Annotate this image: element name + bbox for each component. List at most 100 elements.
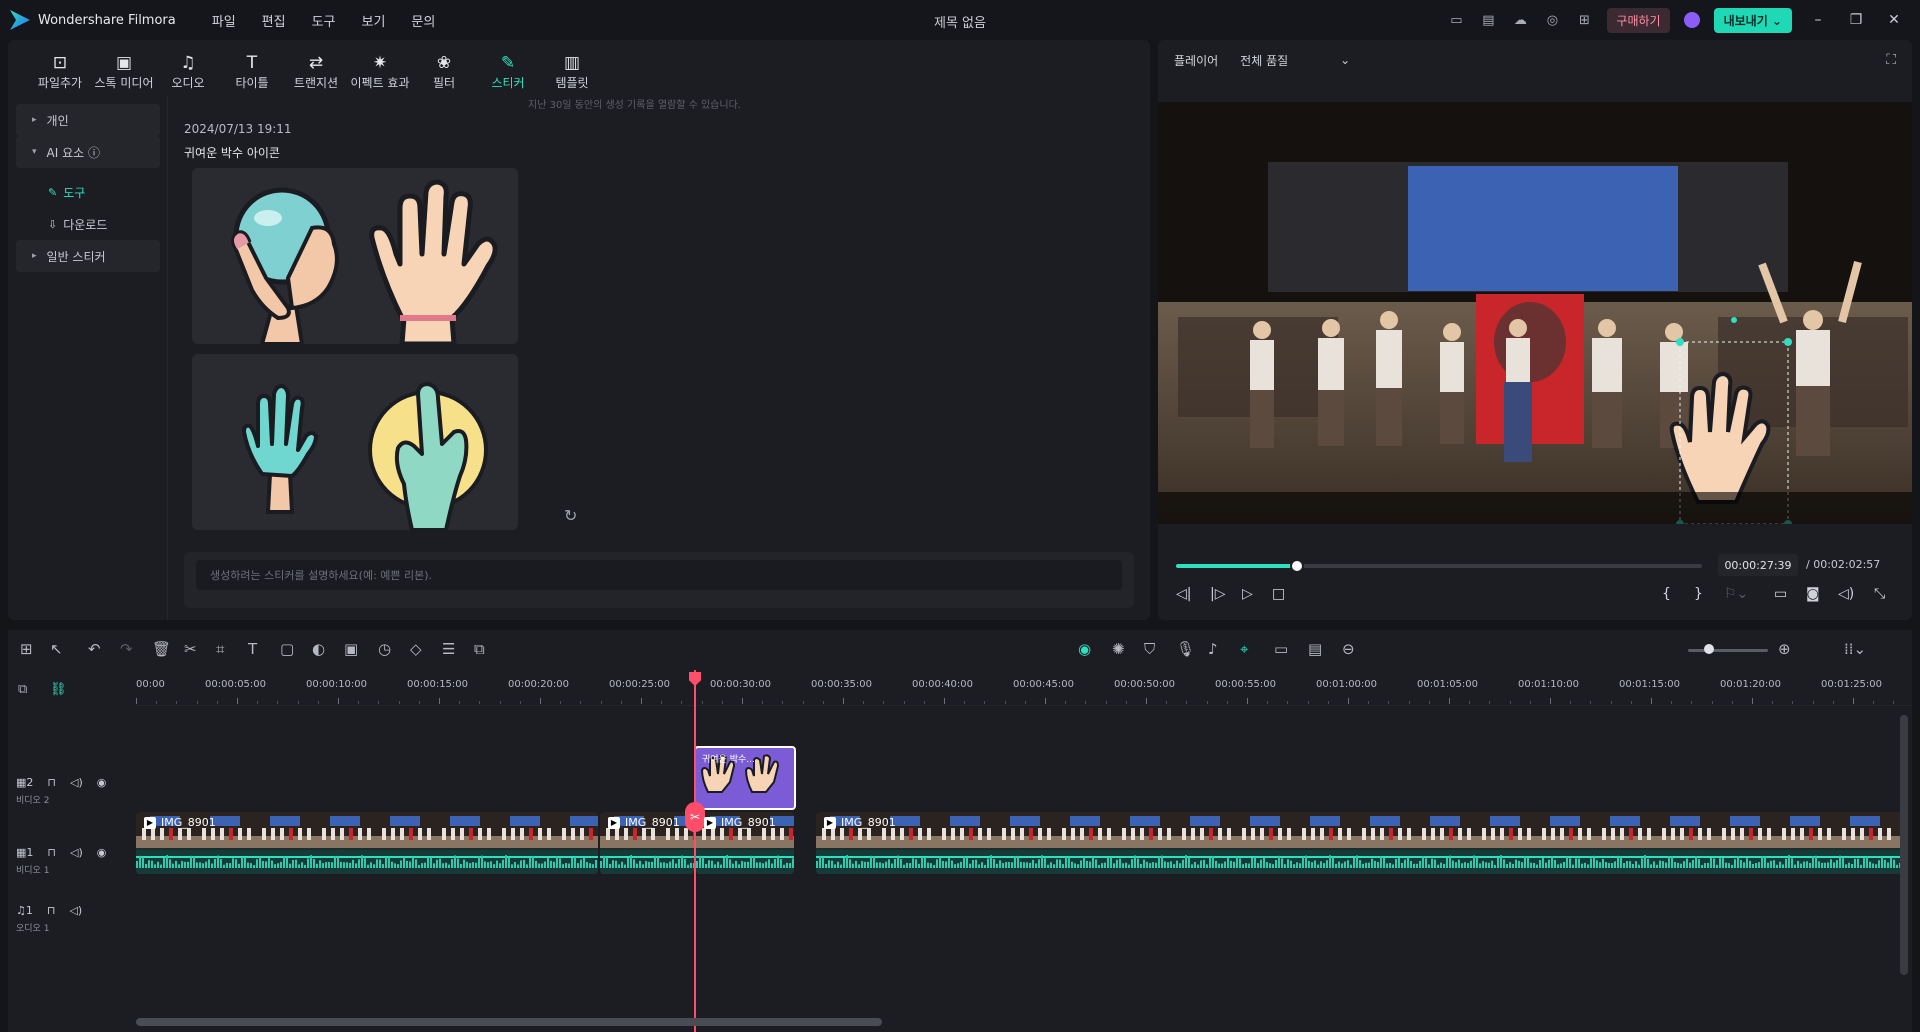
cloud-icon[interactable]: ☁: [1511, 11, 1529, 29]
tool-titles[interactable]: T 타이틀: [220, 46, 284, 96]
lock-icon[interactable]: ⊓: [47, 846, 56, 859]
next-frame-icon[interactable]: |▷: [1210, 586, 1225, 602]
snap-icon[interactable]: ⌖: [1240, 640, 1248, 658]
tool-import[interactable]: ⊡ 파일추가: [28, 46, 92, 96]
prev-frame-icon[interactable]: ◁|: [1176, 586, 1191, 602]
scrubber-handle[interactable]: [1289, 559, 1304, 573]
zoom-slider-handle[interactable]: [1704, 644, 1714, 654]
zoom-slider[interactable]: [1688, 649, 1768, 652]
avatar[interactable]: [1683, 12, 1700, 28]
menu-tools[interactable]: 도구: [312, 11, 336, 30]
export-button[interactable]: 내보내기 ⌄: [1713, 7, 1792, 33]
menu-edit[interactable]: 편집: [262, 11, 286, 30]
zoom-out-icon[interactable]: ⊖: [1342, 640, 1355, 658]
tool-filter[interactable]: ❀ 필터: [412, 46, 476, 96]
minimize-icon[interactable]: –: [1806, 12, 1830, 28]
tool-sticker[interactable]: ✎ 스티커: [476, 46, 540, 96]
more-tools-icon[interactable]: ⧉: [474, 640, 485, 658]
video-preview[interactable]: [1158, 102, 1912, 524]
mask-icon[interactable]: ▢: [280, 640, 294, 658]
apps-grid-icon[interactable]: ⊞: [1575, 11, 1593, 29]
green-screen-icon[interactable]: ▣: [344, 640, 358, 658]
speed-icon[interactable]: ◷: [378, 640, 391, 658]
audio-mix-icon[interactable]: ♪: [1208, 640, 1218, 658]
restore-icon[interactable]: ❐: [1844, 12, 1868, 28]
sidebar-item-tools[interactable]: ✎ 도구: [16, 176, 160, 208]
playhead[interactable]: [694, 670, 696, 1032]
redo-icon[interactable]: ↷: [120, 640, 133, 658]
fullscreen-icon[interactable]: ⤡: [1874, 586, 1885, 602]
tool-transition[interactable]: ⇄ 트랜지션: [284, 46, 348, 96]
waveform-bar: [1215, 860, 1217, 868]
play-icon[interactable]: ▷: [1242, 586, 1253, 602]
tool-audio[interactable]: ♫ 오디오: [156, 46, 220, 96]
stop-icon[interactable]: □: [1272, 586, 1285, 602]
microphone-icon[interactable]: 🎙: [1176, 640, 1195, 658]
eye-icon[interactable]: ◉: [97, 776, 107, 789]
headset-icon[interactable]: ◎: [1543, 11, 1561, 29]
razor-cut-icon[interactable]: ✂: [685, 802, 705, 832]
mute-icon[interactable]: ◁): [70, 776, 83, 789]
pip-icon[interactable]: ▭: [1274, 640, 1288, 658]
horizontal-scrollbar[interactable]: [136, 1018, 882, 1026]
sidebar-item-ai-elements[interactable]: ▾ AI 요소 ⓘ: [16, 136, 160, 168]
add-track-icon[interactable]: ⧉: [18, 682, 27, 697]
lock-icon[interactable]: ⊓: [47, 776, 56, 789]
layout-grid-icon[interactable]: ⊞: [20, 640, 33, 658]
video-clip[interactable]: ▶ IMG_8901: [600, 812, 694, 874]
eye-icon[interactable]: ◉: [97, 846, 107, 859]
zoom-in-icon[interactable]: ⊕: [1778, 640, 1791, 658]
mark-out-icon[interactable]: }: [1694, 586, 1703, 602]
link-icon[interactable]: ⛓: [50, 682, 67, 697]
volume-icon[interactable]: ◁): [1838, 586, 1854, 602]
menu-help[interactable]: 문의: [411, 11, 435, 30]
snapshot-icon[interactable]: ◙: [1806, 586, 1820, 602]
layout-icon[interactable]: ▭: [1447, 11, 1465, 29]
playback-scrubber[interactable]: [1176, 559, 1702, 573]
sticker-thumbnail[interactable]: [342, 354, 518, 530]
keyframe-icon[interactable]: ◇: [410, 640, 422, 658]
tool-effects[interactable]: ✷ 이펙트 효과: [348, 46, 412, 96]
tool-template[interactable]: ▥ 템플릿: [540, 46, 604, 96]
sticker-prompt-input[interactable]: [196, 560, 1122, 590]
sidebar-item-personal[interactable]: ▸ 개인: [16, 104, 160, 136]
select-tool-icon[interactable]: ↖: [50, 640, 63, 658]
cut-icon[interactable]: ✂: [184, 640, 197, 658]
track-layout-icon[interactable]: ⁞⁞⌄: [1844, 640, 1866, 658]
subtitle-icon[interactable]: ▤: [1308, 640, 1322, 658]
vertical-scrollbar[interactable]: [1900, 715, 1908, 975]
marker-icon[interactable]: ⚐⌄: [1724, 586, 1748, 602]
refresh-icon[interactable]: ↻: [564, 506, 577, 525]
sidebar-item-download[interactable]: ⇩ 다운로드: [16, 208, 160, 240]
video-clip[interactable]: ▶ IMG_8901: [136, 812, 598, 874]
current-time[interactable]: 00:00:27:39: [1718, 554, 1798, 576]
menu-file[interactable]: 파일: [212, 11, 236, 30]
video-clip[interactable]: ▶ IMG_8901: [816, 812, 1902, 874]
quality-dropdown[interactable]: 전체 품질 ⌄: [1240, 52, 1350, 69]
close-icon[interactable]: ✕: [1882, 12, 1906, 28]
shield-icon[interactable]: ⛉: [1144, 640, 1155, 658]
tool-stock-media[interactable]: ▣ 스톡 미디어: [92, 46, 156, 96]
color-icon[interactable]: ◐: [312, 640, 325, 658]
adjust-icon[interactable]: ☰: [442, 640, 455, 658]
sticker-thumbnail[interactable]: [342, 168, 518, 344]
mute-icon[interactable]: ◁): [70, 846, 83, 859]
time-ruler[interactable]: 00:00 00:00:05:00 00:00:10:00 00:00:15:00 00…: [136, 670, 1912, 706]
sidebar-item-general-stickers[interactable]: ▸ 일반 스티커: [16, 240, 160, 272]
delete-icon[interactable]: 🗑: [152, 640, 171, 658]
render-preview-icon[interactable]: ◉: [1078, 640, 1091, 658]
snapshot-settings-icon[interactable]: ⛶: [1886, 52, 1896, 68]
display-icon[interactable]: ▭: [1774, 586, 1787, 602]
save-icon[interactable]: ▤: [1479, 11, 1497, 29]
menu-view[interactable]: 보기: [362, 11, 386, 30]
undo-icon[interactable]: ↶: [88, 640, 101, 658]
mark-in-icon[interactable]: {: [1662, 586, 1671, 602]
buy-button[interactable]: 구매하기: [1607, 7, 1670, 33]
lock-icon[interactable]: ⊓: [47, 904, 56, 917]
auto-highlight-icon[interactable]: ✺: [1112, 640, 1125, 658]
sticker-clip[interactable]: 귀여운 박수...: [694, 746, 796, 810]
mute-icon[interactable]: ◁): [69, 904, 82, 917]
crop-icon[interactable]: ⌗: [216, 640, 224, 658]
video-clip[interactable]: ▶ IMG_8901: [696, 812, 794, 874]
text-icon[interactable]: T: [248, 640, 257, 658]
